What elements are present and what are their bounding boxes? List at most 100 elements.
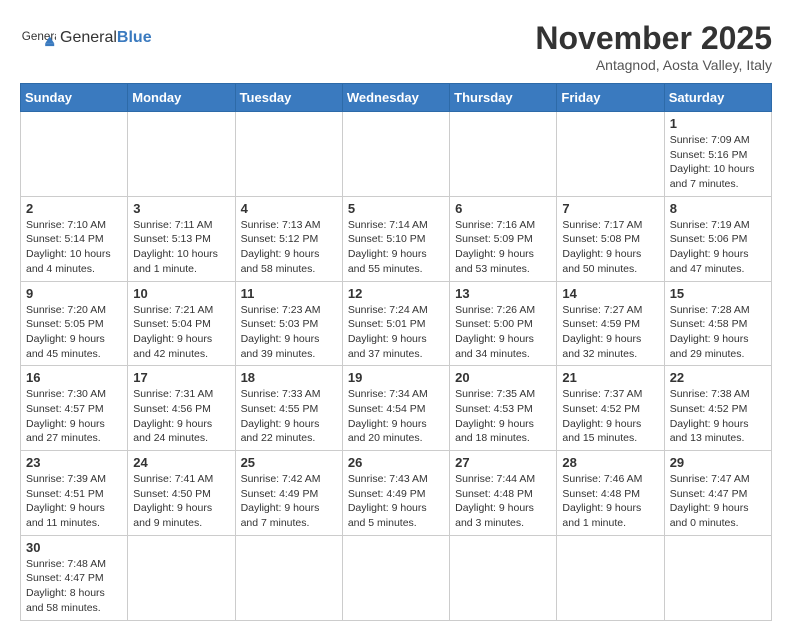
calendar-week-row: 9Sunrise: 7:20 AM Sunset: 5:05 PM Daylig… <box>21 281 772 366</box>
calendar-cell <box>450 535 557 620</box>
weekday-header-sunday: Sunday <box>21 84 128 112</box>
calendar-cell: 12 Sunrise: 7:24 AM Sunset: 5:01 PM Dayli… <box>342 281 449 366</box>
calendar-cell <box>450 112 557 197</box>
calendar-cell: 10 Sunrise: 7:21 AM Sunset: 5:04 PM Dayli… <box>128 281 235 366</box>
day-info: Sunrise: 7:48 AM Sunset: 4:47 PM Dayligh… <box>26 557 122 616</box>
day-number: 3 <box>133 201 229 216</box>
day-info: Sunrise: 7:44 AM Sunset: 4:48 PM Dayligh… <box>455 472 551 531</box>
calendar-cell: 14 Sunrise: 7:27 AM Sunset: 4:59 PM Dayli… <box>557 281 664 366</box>
day-info: Sunrise: 7:20 AM Sunset: 5:05 PM Dayligh… <box>26 303 122 362</box>
calendar-cell: 3 Sunrise: 7:11 AM Sunset: 5:13 PM Daylig… <box>128 196 235 281</box>
calendar-cell: 7Sunrise: 7:17 AM Sunset: 5:08 PM Daylig… <box>557 196 664 281</box>
calendar-cell: 23Sunrise: 7:39 AM Sunset: 4:51 PM Dayli… <box>21 451 128 536</box>
day-info: Sunrise: 7:19 AM Sunset: 5:06 PM Dayligh… <box>670 218 766 277</box>
subtitle: Antagnod, Aosta Valley, Italy <box>535 57 772 73</box>
calendar-cell: 24 Sunrise: 7:41 AM Sunset: 4:50 PM Dayli… <box>128 451 235 536</box>
calendar-cell: 30 Sunrise: 7:48 AM Sunset: 4:47 PM Dayli… <box>21 535 128 620</box>
day-number: 28 <box>562 455 658 470</box>
weekday-header-monday: Monday <box>128 84 235 112</box>
calendar-cell <box>128 112 235 197</box>
calendar-cell <box>664 535 771 620</box>
day-info: Sunrise: 7:43 AM Sunset: 4:49 PM Dayligh… <box>348 472 444 531</box>
calendar-cell <box>21 112 128 197</box>
day-info: Sunrise: 7:41 AM Sunset: 4:50 PM Dayligh… <box>133 472 229 531</box>
calendar-cell <box>342 535 449 620</box>
day-number: 29 <box>670 455 766 470</box>
day-number: 17 <box>133 370 229 385</box>
day-number: 14 <box>562 286 658 301</box>
calendar-week-row: 23Sunrise: 7:39 AM Sunset: 4:51 PM Dayli… <box>21 451 772 536</box>
day-number: 18 <box>241 370 337 385</box>
weekday-header-row: SundayMondayTuesdayWednesdayThursdayFrid… <box>21 84 772 112</box>
month-title: November 2025 <box>535 20 772 57</box>
day-info: Sunrise: 7:37 AM Sunset: 4:52 PM Dayligh… <box>562 387 658 446</box>
logo-blue: Blue <box>117 29 152 46</box>
day-number: 7 <box>562 201 658 216</box>
day-number: 23 <box>26 455 122 470</box>
day-number: 15 <box>670 286 766 301</box>
day-info: Sunrise: 7:42 AM Sunset: 4:49 PM Dayligh… <box>241 472 337 531</box>
day-number: 19 <box>348 370 444 385</box>
day-number: 25 <box>241 455 337 470</box>
day-info: Sunrise: 7:13 AM Sunset: 5:12 PM Dayligh… <box>241 218 337 277</box>
day-number: 22 <box>670 370 766 385</box>
title-area: November 2025 Antagnod, Aosta Valley, It… <box>535 20 772 73</box>
calendar-cell: 19 Sunrise: 7:34 AM Sunset: 4:54 PM Dayli… <box>342 366 449 451</box>
day-number: 8 <box>670 201 766 216</box>
day-info: Sunrise: 7:35 AM Sunset: 4:53 PM Dayligh… <box>455 387 551 446</box>
day-info: Sunrise: 7:23 AM Sunset: 5:03 PM Dayligh… <box>241 303 337 362</box>
logo: General GeneralBlue <box>20 20 152 56</box>
day-info: Sunrise: 7:28 AM Sunset: 4:58 PM Dayligh… <box>670 303 766 362</box>
day-info: Sunrise: 7:26 AM Sunset: 5:00 PM Dayligh… <box>455 303 551 362</box>
calendar-cell: 5Sunrise: 7:14 AM Sunset: 5:10 PM Daylig… <box>342 196 449 281</box>
calendar-cell <box>235 112 342 197</box>
calendar-cell: 15 Sunrise: 7:28 AM Sunset: 4:58 PM Dayli… <box>664 281 771 366</box>
day-info: Sunrise: 7:46 AM Sunset: 4:48 PM Dayligh… <box>562 472 658 531</box>
weekday-header-wednesday: Wednesday <box>342 84 449 112</box>
calendar-cell <box>128 535 235 620</box>
day-number: 30 <box>26 540 122 555</box>
calendar-cell: 27 Sunrise: 7:44 AM Sunset: 4:48 PM Dayli… <box>450 451 557 536</box>
logo-general: General <box>60 29 117 46</box>
day-info: Sunrise: 7:31 AM Sunset: 4:56 PM Dayligh… <box>133 387 229 446</box>
calendar-cell: 25 Sunrise: 7:42 AM Sunset: 4:49 PM Dayli… <box>235 451 342 536</box>
calendar-cell: 18 Sunrise: 7:33 AM Sunset: 4:55 PM Dayli… <box>235 366 342 451</box>
day-number: 13 <box>455 286 551 301</box>
calendar-cell <box>235 535 342 620</box>
calendar-cell: 17 Sunrise: 7:31 AM Sunset: 4:56 PM Dayli… <box>128 366 235 451</box>
day-number: 1 <box>670 116 766 131</box>
day-number: 2 <box>26 201 122 216</box>
day-info: Sunrise: 7:16 AM Sunset: 5:09 PM Dayligh… <box>455 218 551 277</box>
calendar: SundayMondayTuesdayWednesdayThursdayFrid… <box>20 83 772 621</box>
day-info: Sunrise: 7:33 AM Sunset: 4:55 PM Dayligh… <box>241 387 337 446</box>
calendar-cell: 1 Sunrise: 7:09 AM Sunset: 5:16 PM Daylig… <box>664 112 771 197</box>
calendar-cell: 21 Sunrise: 7:37 AM Sunset: 4:52 PM Dayli… <box>557 366 664 451</box>
header: General GeneralBlue November 2025 Antagn… <box>20 20 772 73</box>
day-info: Sunrise: 7:21 AM Sunset: 5:04 PM Dayligh… <box>133 303 229 362</box>
day-info: Sunrise: 7:34 AM Sunset: 4:54 PM Dayligh… <box>348 387 444 446</box>
day-info: Sunrise: 7:11 AM Sunset: 5:13 PM Dayligh… <box>133 218 229 277</box>
calendar-cell: 4Sunrise: 7:13 AM Sunset: 5:12 PM Daylig… <box>235 196 342 281</box>
logo-icon: General <box>20 20 56 56</box>
day-number: 21 <box>562 370 658 385</box>
calendar-cell <box>342 112 449 197</box>
weekday-header-friday: Friday <box>557 84 664 112</box>
day-number: 11 <box>241 286 337 301</box>
calendar-cell: 13 Sunrise: 7:26 AM Sunset: 5:00 PM Dayli… <box>450 281 557 366</box>
calendar-cell: 26Sunrise: 7:43 AM Sunset: 4:49 PM Dayli… <box>342 451 449 536</box>
day-info: Sunrise: 7:24 AM Sunset: 5:01 PM Dayligh… <box>348 303 444 362</box>
day-number: 24 <box>133 455 229 470</box>
day-number: 6 <box>455 201 551 216</box>
calendar-cell: 16Sunrise: 7:30 AM Sunset: 4:57 PM Dayli… <box>21 366 128 451</box>
day-info: Sunrise: 7:10 AM Sunset: 5:14 PM Dayligh… <box>26 218 122 277</box>
day-number: 27 <box>455 455 551 470</box>
day-number: 12 <box>348 286 444 301</box>
day-info: Sunrise: 7:38 AM Sunset: 4:52 PM Dayligh… <box>670 387 766 446</box>
day-info: Sunrise: 7:27 AM Sunset: 4:59 PM Dayligh… <box>562 303 658 362</box>
calendar-cell: 11 Sunrise: 7:23 AM Sunset: 5:03 PM Dayli… <box>235 281 342 366</box>
day-info: Sunrise: 7:14 AM Sunset: 5:10 PM Dayligh… <box>348 218 444 277</box>
day-info: Sunrise: 7:09 AM Sunset: 5:16 PM Dayligh… <box>670 133 766 192</box>
calendar-cell: 9Sunrise: 7:20 AM Sunset: 5:05 PM Daylig… <box>21 281 128 366</box>
day-number: 10 <box>133 286 229 301</box>
calendar-week-row: 1 Sunrise: 7:09 AM Sunset: 5:16 PM Daylig… <box>21 112 772 197</box>
